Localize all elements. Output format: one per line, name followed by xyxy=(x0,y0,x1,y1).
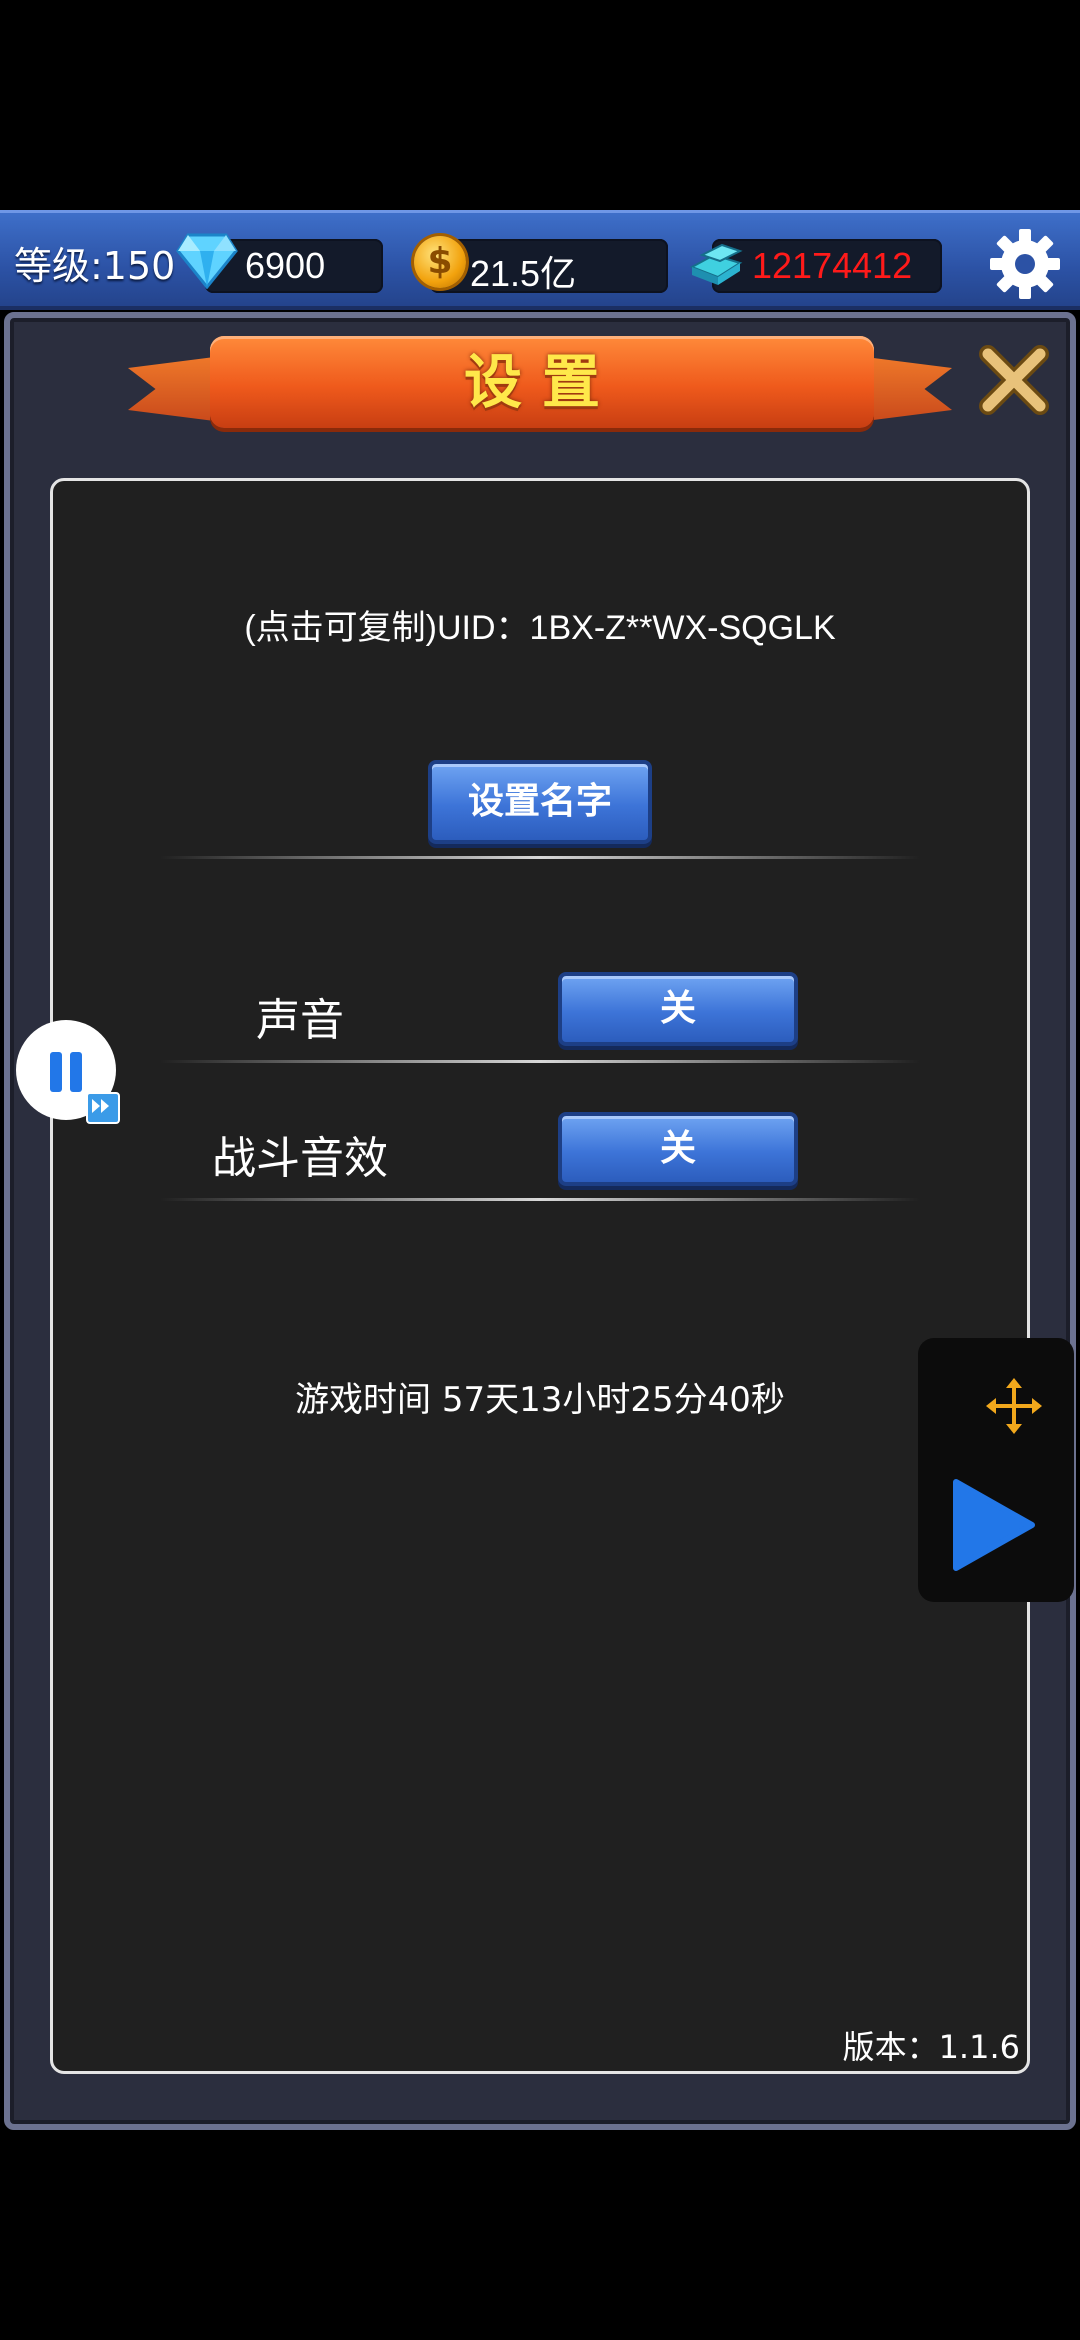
settings-panel xyxy=(50,478,1030,2074)
fast-forward-glyph xyxy=(92,1099,109,1113)
close-x-icon[interactable] xyxy=(974,340,1054,420)
pause-bar xyxy=(50,1052,62,1092)
gold-value: 21.5亿 xyxy=(470,253,577,294)
player-level: 等级:150 xyxy=(14,244,176,288)
set-name-button[interactable]: 设置名字 xyxy=(428,760,652,844)
title-banner: 设置 xyxy=(210,336,874,428)
sound-toggle-button[interactable]: 关 xyxy=(558,972,798,1046)
gem-icon xyxy=(176,233,238,289)
divider xyxy=(160,1060,920,1063)
game-screen: 等级:150 6900 21.5亿 $ 12174412 设置 (点击可复制)U… xyxy=(0,0,1080,2340)
ingot-icon xyxy=(689,243,743,285)
ingot-value: 12174412 xyxy=(752,245,913,286)
divider xyxy=(160,856,920,859)
gear-icon[interactable] xyxy=(988,227,1062,301)
gems-value: 6900 xyxy=(245,245,326,286)
version-label: 版本：1.1.6 xyxy=(842,2028,1020,2066)
battle-sfx-toggle-button[interactable]: 关 xyxy=(558,1112,798,1186)
sound-label: 声音 xyxy=(256,995,344,1046)
pause-bar xyxy=(70,1052,82,1092)
coin-icon: $ xyxy=(414,236,466,288)
play-icon[interactable] xyxy=(952,1478,1036,1572)
uid-copy-text[interactable]: (点击可复制)UID：1BX-Z**WX-SQGLK xyxy=(0,600,1080,649)
fast-forward-icon[interactable] xyxy=(86,1092,120,1124)
move-icon[interactable] xyxy=(986,1378,1042,1434)
dialog-title: 设置 xyxy=(463,348,620,416)
ingot-counter: 12174412 xyxy=(712,239,942,293)
battle-sfx-label: 战斗音效 xyxy=(212,1133,388,1184)
top-resource-bar: 等级:150 6900 21.5亿 $ 12174412 xyxy=(0,210,1080,310)
divider xyxy=(160,1198,920,1201)
